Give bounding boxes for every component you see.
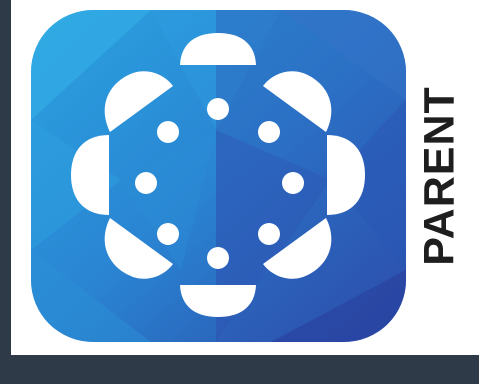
screen-background: PARENT: [0, 0, 479, 384]
parent-label-text: PARENT: [415, 86, 464, 266]
canvas-logo-icon: [31, 10, 406, 342]
content-panel: [11, 0, 479, 355]
canvas-parent-app-icon[interactable]: [31, 10, 406, 342]
